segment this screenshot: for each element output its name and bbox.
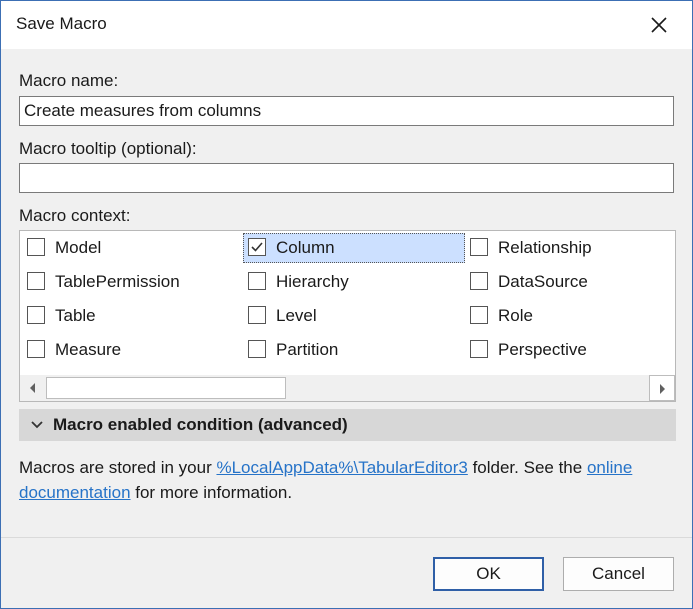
title-bar: Save Macro <box>1 1 692 49</box>
info-text-before: Macros are stored in your <box>19 458 217 477</box>
macro-enabled-condition-expander[interactable]: Macro enabled condition (advanced) <box>19 409 676 441</box>
context-checkbox-measure[interactable] <box>27 340 45 358</box>
ok-button[interactable]: OK <box>433 557 544 591</box>
macro-tooltip-input[interactable] <box>19 163 674 193</box>
scroll-left-button[interactable] <box>20 375 46 401</box>
local-appdata-folder-link[interactable]: %LocalAppData%\TabularEditor3 <box>216 458 467 477</box>
context-item-level[interactable]: Level <box>243 301 465 331</box>
cancel-button[interactable]: Cancel <box>563 557 674 591</box>
context-label-perspective: Perspective <box>498 340 587 359</box>
info-text-after: for more information. <box>130 483 293 502</box>
horizontal-scrollbar[interactable] <box>20 375 675 401</box>
context-item-model[interactable]: Model <box>22 233 244 263</box>
context-item-table[interactable]: Table <box>22 301 244 331</box>
context-label-level: Level <box>276 306 317 325</box>
close-button[interactable] <box>643 9 675 41</box>
context-label-model: Model <box>55 238 102 257</box>
scrollbar-thumb[interactable] <box>46 377 286 399</box>
footer-divider <box>1 537 692 538</box>
macro-context-list: Model Column Relationship TablePermission Hi… <box>19 230 676 402</box>
macro-name-label: Macro name: <box>19 71 119 90</box>
context-item-hierarchy[interactable]: Hierarchy <box>243 267 465 297</box>
context-label-column: Column <box>276 238 335 257</box>
context-checkbox-perspective[interactable] <box>470 340 488 358</box>
context-item-column[interactable]: Column <box>243 233 465 263</box>
context-item-measure[interactable]: Measure <box>22 335 244 365</box>
checkmark-icon <box>251 242 263 252</box>
context-label-relationship: Relationship <box>498 238 592 257</box>
context-checkbox-role[interactable] <box>470 306 488 324</box>
macro-tooltip-label: Macro tooltip (optional): <box>19 139 197 158</box>
context-item-role[interactable]: Role <box>465 301 675 331</box>
context-label-table-permission: TablePermission <box>55 272 180 291</box>
context-checkbox-column[interactable] <box>248 238 266 256</box>
context-checkbox-partition[interactable] <box>248 340 266 358</box>
context-item-table-permission[interactable]: TablePermission <box>22 267 244 297</box>
dialog-title: Save Macro <box>16 14 107 33</box>
chevron-down-icon <box>31 421 43 429</box>
context-item-relationship[interactable]: Relationship <box>465 233 675 263</box>
context-label-role: Role <box>498 306 533 325</box>
context-label-data-source: DataSource <box>498 272 588 291</box>
context-checkbox-hierarchy[interactable] <box>248 272 266 290</box>
context-label-partition: Partition <box>276 340 339 359</box>
storage-info-text: Macros are stored in your %LocalAppData%… <box>19 455 679 505</box>
expander-label: Macro enabled condition (advanced) <box>53 415 348 434</box>
scroll-right-button[interactable] <box>649 375 675 401</box>
info-text-middle: folder. See the <box>467 458 587 477</box>
context-checkbox-table-permission[interactable] <box>27 272 45 290</box>
save-macro-dialog: Save Macro Macro name: Macro tooltip (op… <box>0 0 693 609</box>
context-checkbox-relationship[interactable] <box>470 238 488 256</box>
macro-context-label: Macro context: <box>19 206 131 225</box>
context-label-measure: Measure <box>55 340 122 359</box>
context-checkbox-data-source[interactable] <box>470 272 488 290</box>
context-item-perspective[interactable]: Perspective <box>465 335 675 365</box>
context-label-table: Table <box>55 306 96 325</box>
context-checkbox-level[interactable] <box>248 306 266 324</box>
context-item-partition[interactable]: Partition <box>243 335 465 365</box>
scroll-left-arrow-icon <box>30 383 35 393</box>
close-icon <box>651 17 667 33</box>
context-item-data-source[interactable]: DataSource <box>465 267 675 297</box>
macro-name-input[interactable] <box>19 96 674 126</box>
context-checkbox-model[interactable] <box>27 238 45 256</box>
context-label-hierarchy: Hierarchy <box>276 272 349 291</box>
scroll-right-arrow-icon <box>660 384 665 394</box>
context-checkbox-table[interactable] <box>27 306 45 324</box>
